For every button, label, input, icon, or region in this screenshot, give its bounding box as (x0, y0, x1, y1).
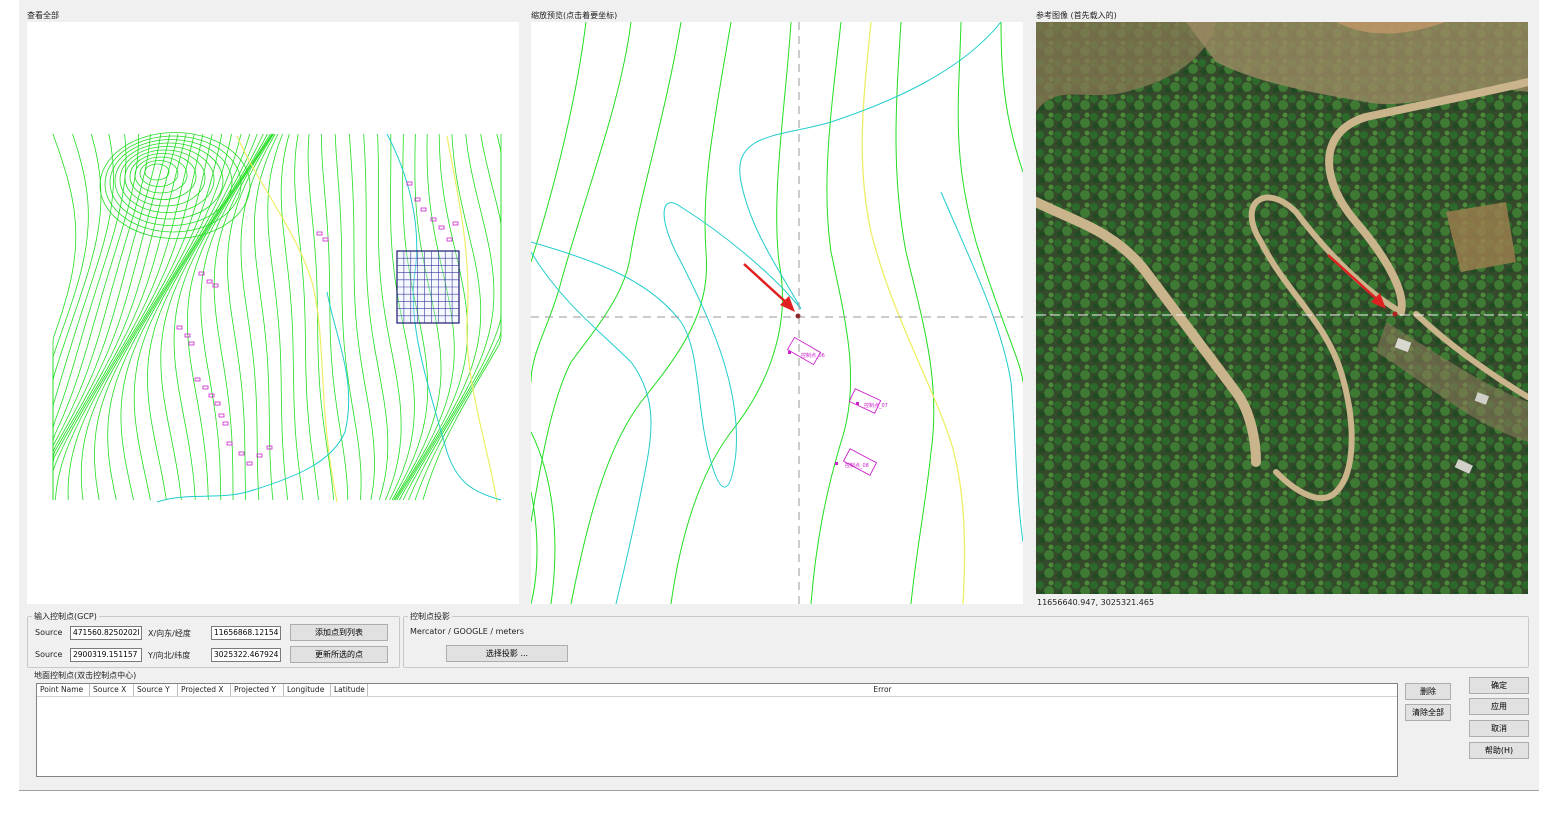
overview-zoom-grid[interactable] (396, 250, 460, 324)
source-y-field[interactable]: 2900319.151157 (70, 648, 142, 662)
cancel-button[interactable]: 取消 (1469, 720, 1529, 737)
overview-contour-map (52, 132, 502, 504)
select-projection-button[interactable]: 选择投影 ... (446, 645, 568, 662)
column-projected-y[interactable]: Projected Y (231, 684, 284, 696)
zoom-marker-label: 控制点_08 (845, 462, 869, 469)
zoom-preview-title: 缩放预览(点击着要坐标) (531, 11, 618, 20)
source-x-label: Source (35, 628, 63, 637)
column-source-x[interactable]: Source X (90, 684, 134, 696)
source-x-field[interactable]: 471560.8250202I (70, 626, 142, 640)
ok-button[interactable]: 确定 (1469, 677, 1529, 694)
overview-title: 查看全部 (27, 11, 59, 20)
y-north-latitude-label: Y/向北/纬度 (148, 651, 191, 660)
add-point-button[interactable]: 添加点到列表 (290, 624, 388, 641)
column-source-y[interactable]: Source Y (134, 684, 178, 696)
zoom-marker-06[interactable] (786, 336, 822, 366)
update-point-button[interactable]: 更新所选的点 (290, 646, 388, 663)
source-y-label: Source (35, 650, 63, 659)
column-longitude[interactable]: Longitude (284, 684, 331, 696)
gcp-input-group: 输入控制点(GCP) Source 471560.8250202I X/向东/经… (27, 611, 400, 668)
x-east-longitude-label: X/向东/经度 (148, 629, 191, 638)
column-point-name[interactable]: Point Name (37, 684, 90, 696)
delete-button[interactable]: 删除 (1405, 683, 1451, 700)
zoom-marker-label: 控制点_06 (801, 352, 825, 359)
reference-image-title: 参考图像 (首先载入的) (1036, 11, 1117, 20)
zoom-contour-map: 控制点_06 控制点_07 控制点_08 (531, 22, 1023, 604)
help-button[interactable]: 帮助(H) (1469, 742, 1529, 759)
gcp-input-title: 输入控制点(GCP) (32, 611, 99, 622)
reference-image-pane[interactable] (1036, 22, 1528, 594)
gcp-projection-group: 控制点投影 Mercator / GOOGLE / meters 选择投影 ..… (403, 611, 1529, 668)
satellite-image (1036, 22, 1528, 594)
projected-y-field[interactable]: 3025322.467924 (211, 648, 281, 662)
zoom-preview-pane[interactable]: 控制点_06 控制点_07 控制点_08 (531, 22, 1023, 604)
zoom-marker-07[interactable] (848, 388, 882, 414)
overview-map-pane[interactable] (27, 22, 519, 604)
coordinate-readout: 11656640.947, 3025321.465 (1037, 598, 1155, 607)
gcp-projection-title: 控制点投影 (408, 611, 452, 622)
georeference-dialog: 查看全部 缩放预览(点击着要坐标) 参考图像 (首先载入的) 控制点_06 控制… (19, 0, 1539, 791)
zoom-marker-08[interactable] (835, 448, 878, 476)
zoom-yellow-contour (861, 22, 966, 604)
remove-all-button[interactable]: 清除全部 (1405, 704, 1451, 721)
column-error[interactable]: Error (368, 684, 1397, 696)
gcp-list-title: 地面控制点(双击控制点中心) (34, 671, 137, 680)
zoom-control-point[interactable] (795, 313, 801, 319)
zoom-green-contours (531, 22, 1023, 604)
gcp-list-header: Point Name Source X Source Y Projected X… (37, 684, 1397, 697)
column-latitude[interactable]: Latitude (331, 684, 368, 696)
apply-button[interactable]: 应用 (1469, 698, 1529, 715)
projection-value: Mercator / GOOGLE / meters (410, 627, 524, 636)
projected-x-field[interactable]: 11656868.12154 (211, 626, 281, 640)
gcp-list-table[interactable]: Point Name Source X Source Y Projected X… (36, 683, 1398, 777)
zoom-cyan-contours (531, 22, 1023, 604)
zoom-red-arrow (743, 263, 795, 312)
column-projected-x[interactable]: Projected X (178, 684, 231, 696)
zoom-marker-label: 控制点_07 (864, 402, 888, 409)
reference-control-point[interactable] (1392, 311, 1398, 317)
